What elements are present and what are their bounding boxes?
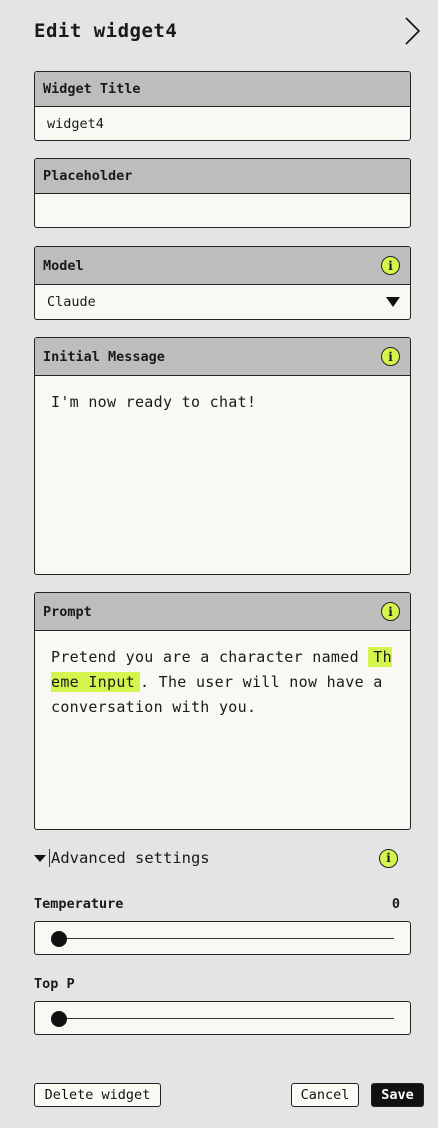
widget-title-field: Widget Title widget4	[34, 71, 411, 141]
prompt-text-before: Pretend you are a character named	[51, 648, 369, 666]
initial-message-textarea[interactable]: I'm now ready to chat!	[35, 376, 410, 574]
cancel-button[interactable]: Cancel	[291, 1083, 359, 1107]
close-panel-button[interactable]	[400, 16, 424, 46]
top-p-label-row: Top P	[34, 976, 400, 992]
page-title: Edit widget4	[34, 20, 178, 42]
initial-message-field: Initial Message i I'm now ready to chat!	[34, 337, 411, 575]
text-cursor	[49, 849, 50, 867]
placeholder-label: Placeholder	[43, 168, 133, 184]
placeholder-header: Placeholder	[35, 159, 410, 194]
widget-title-header: Widget Title	[35, 72, 410, 107]
prompt-textarea[interactable]: Pretend you are a character named Theme …	[35, 631, 410, 829]
header: Edit widget4	[34, 16, 424, 46]
temperature-label-row: Temperature 0	[34, 896, 400, 912]
initial-message-value: I'm now ready to chat!	[51, 393, 257, 411]
slider-track	[57, 1018, 394, 1019]
widget-title-input[interactable]: widget4	[35, 107, 410, 140]
temperature-slider[interactable]	[34, 921, 411, 955]
save-button[interactable]: Save	[371, 1083, 424, 1107]
placeholder-input[interactable]	[35, 194, 410, 227]
initial-message-header: Initial Message i	[35, 338, 410, 376]
top-p-label: Top P	[34, 976, 75, 992]
model-label: Model	[43, 257, 84, 274]
advanced-settings-row: Advanced settings i	[34, 846, 398, 870]
model-header: Model i	[35, 247, 410, 285]
temperature-value: 0	[391, 896, 400, 912]
widget-title-value: widget4	[47, 115, 104, 132]
widget-title-label: Widget Title	[43, 81, 141, 97]
placeholder-field: Placeholder	[34, 158, 411, 228]
dropdown-arrow-icon	[386, 297, 400, 307]
model-select[interactable]: Claude	[35, 285, 410, 319]
prompt-field: Prompt i Pretend you are a character nam…	[34, 592, 411, 830]
slider-thumb[interactable]	[51, 931, 67, 947]
slider-thumb[interactable]	[51, 1011, 67, 1027]
chevron-right-icon	[405, 17, 421, 45]
caret-down-icon	[34, 854, 46, 862]
info-icon[interactable]: i	[381, 602, 400, 621]
initial-message-label: Initial Message	[43, 348, 165, 365]
model-value: Claude	[47, 294, 96, 310]
info-icon[interactable]: i	[379, 848, 398, 868]
top-p-slider[interactable]	[34, 1001, 411, 1035]
advanced-settings-toggle[interactable]: Advanced settings	[34, 849, 210, 867]
model-field: Model i Claude	[34, 246, 411, 320]
prompt-header: Prompt i	[35, 593, 410, 631]
info-icon[interactable]: i	[381, 256, 400, 275]
advanced-settings-label: Advanced settings	[51, 849, 210, 867]
slider-track	[57, 938, 394, 939]
prompt-label: Prompt	[43, 603, 92, 620]
info-icon[interactable]: i	[381, 347, 400, 366]
delete-widget-button[interactable]: Delete widget	[34, 1083, 161, 1107]
temperature-label: Temperature	[34, 896, 124, 912]
